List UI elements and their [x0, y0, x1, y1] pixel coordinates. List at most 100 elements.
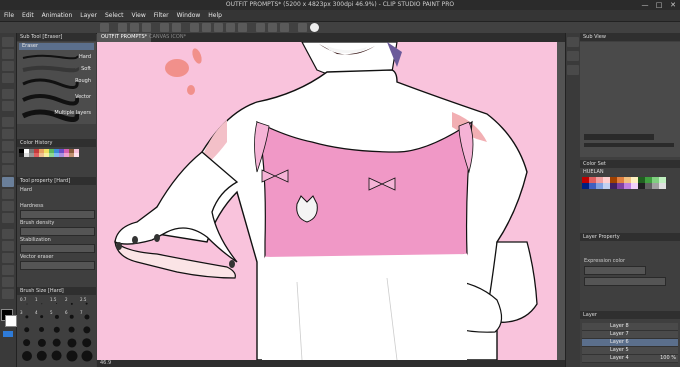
maximize-button[interactable]: □ — [652, 0, 666, 10]
figure-tool-icon[interactable] — [2, 229, 14, 239]
auto-select-tool-icon[interactable] — [2, 101, 14, 111]
zoom-tool-icon[interactable] — [2, 37, 14, 47]
sub-view-icon[interactable] — [567, 51, 579, 61]
menu-window[interactable]: Window — [173, 10, 205, 19]
brush-size-option[interactable]: 2 — [64, 297, 79, 310]
menu-layer[interactable]: Layer — [76, 10, 101, 19]
brush-size-option[interactable]: 6 — [64, 310, 79, 323]
sub-tool-soft[interactable]: Soft — [19, 64, 94, 74]
save-icon[interactable] — [142, 23, 151, 32]
menu-view[interactable]: View — [128, 10, 150, 19]
pencil-tool-icon[interactable] — [2, 141, 14, 151]
new-file-icon[interactable] — [118, 23, 127, 32]
color-swatch[interactable] — [645, 183, 652, 189]
color-swatch[interactable] — [659, 183, 666, 189]
doc-tab-outfit-prompts[interactable]: OUTFIT PROMPTS* — [97, 33, 152, 42]
navigator-icon[interactable] — [567, 37, 579, 47]
clear-icon[interactable] — [190, 23, 199, 32]
hardness-slider[interactable] — [20, 210, 95, 219]
brush-size-option[interactable]: 5 — [49, 310, 64, 323]
vector-eraser-option[interactable] — [20, 261, 95, 270]
brush-density-slider[interactable] — [20, 227, 95, 236]
layer-color-field[interactable] — [584, 277, 666, 286]
brush-size-option[interactable] — [49, 336, 64, 349]
sub-tool-vector[interactable]: Vector — [19, 92, 94, 106]
expression-color-select[interactable] — [584, 266, 646, 275]
blend-tool-icon[interactable] — [2, 189, 14, 199]
ruler-tool-icon[interactable] — [2, 253, 14, 263]
brush-size-option[interactable] — [19, 336, 34, 349]
sub-tool-multiple-layers[interactable]: Multiple layers — [19, 108, 94, 122]
menu-filter[interactable]: Filter — [150, 10, 173, 19]
brush-size-option[interactable]: 1 — [34, 297, 49, 310]
info-icon[interactable] — [567, 65, 579, 75]
undo-icon[interactable] — [160, 23, 169, 32]
sub-tool-hard[interactable]: Hard — [19, 52, 94, 62]
menu-select[interactable]: Select — [101, 10, 128, 19]
menu-animation[interactable]: Animation — [38, 10, 77, 19]
doc-tab-canvas-icon[interactable]: CANVAS ICON* — [145, 33, 190, 42]
pen-tool-icon[interactable] — [2, 129, 14, 139]
move-tool-icon[interactable] — [2, 49, 14, 59]
gradient-tool-icon[interactable] — [2, 213, 14, 223]
layer-row[interactable]: Layer 7 — [582, 331, 678, 339]
redo-icon[interactable] — [172, 23, 181, 32]
brush-size-option[interactable]: 4 — [34, 310, 49, 323]
brush-size-option[interactable] — [34, 349, 49, 362]
stabilization-slider[interactable] — [20, 244, 95, 253]
brush-size-option[interactable] — [64, 336, 79, 349]
brush-size-option[interactable] — [64, 323, 79, 336]
color-swatch[interactable] — [652, 183, 659, 189]
snap-ruler-icon[interactable] — [256, 23, 265, 32]
cut-icon[interactable] — [214, 23, 223, 32]
brush-size-option[interactable] — [79, 323, 94, 336]
layer-row[interactable]: Layer 8 — [582, 323, 678, 331]
menu-edit[interactable]: Edit — [18, 10, 38, 19]
brush-size-option[interactable] — [49, 323, 64, 336]
brush-size-option[interactable]: 0.7 — [19, 297, 34, 310]
sub-tool-rough[interactable]: Rough — [19, 76, 94, 89]
airbrush-tool-icon[interactable] — [2, 165, 14, 175]
brush-size-option[interactable] — [34, 336, 49, 349]
snap-perspective-icon[interactable] — [280, 23, 289, 32]
brush-size-option[interactable] — [79, 349, 94, 362]
brush-size-option[interactable]: 7 — [79, 310, 94, 323]
color-swatch[interactable] — [603, 183, 610, 189]
brush-tool-icon[interactable] — [2, 153, 14, 163]
layer-row[interactable]: Layer 5 — [582, 347, 678, 355]
color-swatch[interactable] — [74, 153, 79, 157]
move-layer-tool-icon[interactable] — [2, 73, 14, 83]
copy-icon[interactable] — [226, 23, 235, 32]
color-swatch[interactable] — [610, 183, 617, 189]
close-button[interactable]: ✕ — [666, 0, 680, 10]
sub-tool-group-eraser[interactable]: Eraser — [19, 43, 94, 50]
menu-file[interactable]: File — [0, 10, 18, 19]
text-tool-icon[interactable] — [2, 265, 14, 275]
color-swatch[interactable] — [589, 183, 596, 189]
fill-tool-icon[interactable] — [2, 201, 14, 211]
brush-size-option[interactable] — [19, 323, 34, 336]
brush-size-option[interactable] — [49, 349, 64, 362]
menu-help[interactable]: Help — [204, 10, 226, 19]
paste-icon[interactable] — [238, 23, 247, 32]
operation-tool-icon[interactable] — [2, 61, 14, 71]
eraser-tool-icon[interactable] — [2, 177, 14, 187]
brush-size-option[interactable] — [19, 349, 34, 362]
frame-tool-icon[interactable] — [2, 241, 14, 251]
selection-tool-icon[interactable] — [2, 89, 14, 99]
brush-size-option[interactable] — [79, 336, 94, 349]
help-icon[interactable] — [310, 23, 319, 32]
snap-grid-icon[interactable] — [268, 23, 277, 32]
brush-size-option[interactable] — [34, 323, 49, 336]
transparent-color-swatch[interactable] — [3, 331, 13, 337]
minimize-button[interactable]: — — [638, 0, 652, 10]
color-swatch[interactable] — [638, 183, 645, 189]
open-file-icon[interactable] — [130, 23, 139, 32]
layer-row[interactable]: Layer 4 100 % — [582, 355, 678, 363]
color-swatch[interactable] — [624, 183, 631, 189]
color-swatch[interactable] — [617, 183, 624, 189]
artwork-canvas[interactable] — [97, 42, 565, 360]
color-swatch[interactable] — [582, 183, 589, 189]
balloon-tool-icon[interactable] — [2, 277, 14, 287]
brush-size-option[interactable]: 1.5 — [49, 297, 64, 310]
